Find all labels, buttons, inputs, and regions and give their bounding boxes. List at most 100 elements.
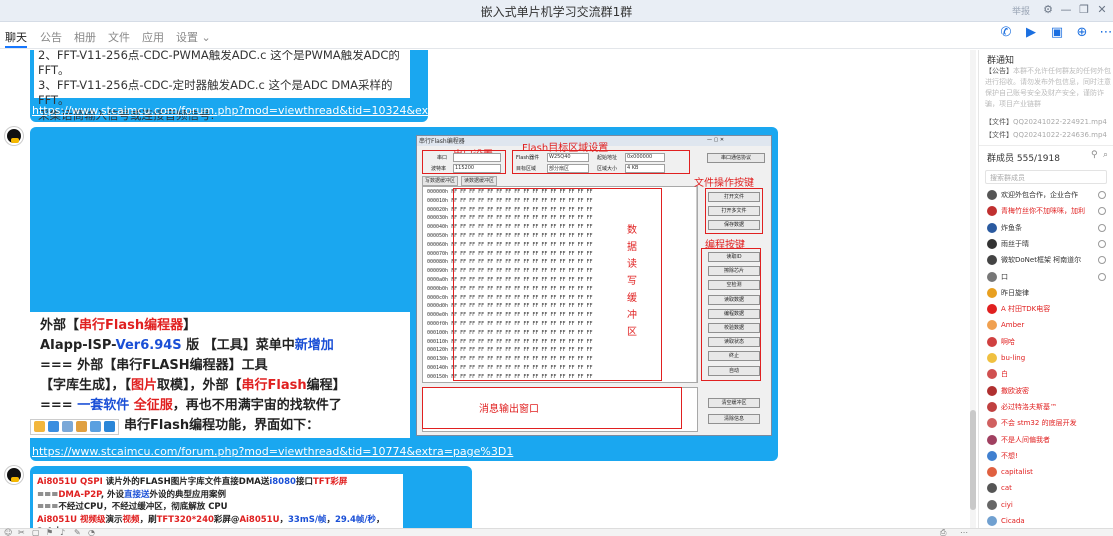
- program-button[interactable]: 擦除芯片: [708, 266, 760, 277]
- message-bubble-1[interactable]: 2、FFT-V11-256点-CDC-PWMA触发ADC.c 这个是PWMA触发…: [30, 50, 513, 122]
- reaction-icon[interactable]: [62, 421, 73, 432]
- program-button[interactable]: 终止: [708, 351, 760, 362]
- member-item[interactable]: 欢迎外包合作，企业合作: [987, 188, 1112, 202]
- member-item[interactable]: A 村田TDK电容: [987, 302, 1112, 316]
- comm-protocol-button[interactable]: 串口通信协议: [707, 153, 765, 163]
- member-item[interactable]: capitalist: [987, 465, 1112, 479]
- open-multi-file-button[interactable]: 打开多文件: [708, 206, 760, 216]
- message-link-1[interactable]: https://www.stcaimcu.com/forum.php?mod=v…: [32, 104, 513, 117]
- settings-icon[interactable]: ⚙: [1040, 2, 1056, 18]
- window-title: 嵌入式单片机学习交流群1群: [480, 5, 633, 19]
- member-item[interactable]: 不是人间偏我者: [987, 433, 1112, 447]
- member-item[interactable]: 青梅竹丝你不加咪咪，加利: [987, 204, 1112, 218]
- member-item[interactable]: cat: [987, 481, 1112, 495]
- member-avatar: [987, 287, 997, 298]
- reaction-bar[interactable]: [30, 419, 119, 435]
- history-icon[interactable]: ⎙: [940, 528, 946, 536]
- member-item[interactable]: 雨丝于晴: [987, 237, 1112, 251]
- flash-programmer-screenshot[interactable]: 串行Flash编程器 — ▢ ✕ 串口设置 串口 波特率 115200 Flas…: [416, 135, 772, 436]
- chat-scrollbar[interactable]: [970, 50, 976, 528]
- scissors-icon[interactable]: ✂: [18, 528, 25, 536]
- music-icon[interactable]: ♪: [60, 528, 65, 536]
- reaction-icon[interactable]: [90, 421, 101, 432]
- more-tools-icon[interactable]: ⋯: [960, 528, 968, 536]
- maximize-icon[interactable]: ❐: [1076, 2, 1092, 18]
- reaction-icon[interactable]: [76, 421, 87, 432]
- member-item[interactable]: 不想!: [987, 449, 1112, 463]
- port-select[interactable]: [453, 153, 501, 162]
- tab-apps[interactable]: 应用: [142, 29, 164, 45]
- clear-buffer-button[interactable]: 清空缓冲区: [708, 398, 760, 408]
- message-bubble-3[interactable]: Ai8051U QSPI 读片外的FLASH图片字库文件直接DMA送i8080接…: [30, 466, 472, 528]
- target-area-label: 目标区域: [516, 166, 537, 172]
- member-search-input[interactable]: 搜索群成员: [985, 170, 1107, 184]
- announcement-text[interactable]: 【公告】本群不允许任何群友的任何外包进行招收。请勿发布外包信息，同时注意保护自己…: [985, 66, 1111, 110]
- tab-write-buffer[interactable]: 写数据缓冲区: [422, 176, 459, 186]
- program-button[interactable]: 编程数据: [708, 308, 760, 319]
- chat-message-area[interactable]: 2、FFT-V11-256点-CDC-PWMA触发ADC.c 这个是PWMA触发…: [0, 50, 972, 528]
- message-link-2[interactable]: https://www.stcaimcu.com/forum.php?mod=v…: [32, 445, 513, 458]
- program-button[interactable]: 自动: [708, 365, 760, 376]
- target-area-select[interactable]: 部分扇区: [547, 164, 589, 173]
- tab-read-buffer[interactable]: 读数据缓冲区: [461, 176, 498, 186]
- clear-info-button[interactable]: 清除信息: [708, 414, 760, 424]
- reaction-icon[interactable]: [34, 421, 45, 432]
- program-button[interactable]: 空检测: [708, 280, 760, 291]
- more-icon[interactable]: ⋯: [1099, 26, 1113, 40]
- save-data-button[interactable]: 保存数据: [708, 220, 760, 230]
- video-icon[interactable]: ▶: [1024, 26, 1038, 40]
- reaction-icon[interactable]: [48, 421, 59, 432]
- phone-icon[interactable]: ✆: [999, 26, 1013, 40]
- member-item[interactable]: ciyi: [987, 498, 1112, 512]
- member-item[interactable]: Cicada: [987, 514, 1112, 528]
- program-button[interactable]: 读取数据: [708, 294, 760, 305]
- flag-icon[interactable]: ⚑: [46, 528, 53, 536]
- member-avatar: [987, 190, 997, 200]
- image-icon[interactable]: ▢: [32, 528, 40, 536]
- member-item[interactable]: 微软DoNet框架 柯南道尔: [987, 253, 1112, 267]
- clock-icon[interactable]: ◔: [88, 528, 95, 536]
- member-item[interactable]: 昨日旋律: [987, 286, 1112, 300]
- avatar[interactable]: [5, 466, 23, 484]
- program-button[interactable]: 读取ID: [708, 252, 760, 262]
- member-search-icon[interactable]: ⌕: [1103, 150, 1108, 160]
- member-add-icon[interactable]: ⚲: [1091, 150, 1098, 160]
- program-button[interactable]: 校验数据: [708, 323, 760, 333]
- member-item[interactable]: 白: [987, 367, 1112, 381]
- area-size-select[interactable]: 4 KB: [625, 164, 665, 173]
- chat-scrollbar-thumb[interactable]: [970, 410, 976, 510]
- member-item[interactable]: 口: [987, 270, 1112, 284]
- member-avatar: [987, 401, 997, 412]
- tab-settings[interactable]: 设置 ⌄: [176, 29, 211, 45]
- close-icon[interactable]: ✕: [1094, 2, 1110, 18]
- program-button[interactable]: 读取状态: [708, 337, 760, 348]
- baud-select[interactable]: 115200: [453, 164, 501, 173]
- minimize-icon[interactable]: —: [1058, 2, 1074, 18]
- emoji-icon[interactable]: ☺: [4, 528, 12, 536]
- tab-announcement[interactable]: 公告: [40, 29, 62, 45]
- tab-chat[interactable]: 聊天: [5, 29, 27, 45]
- tab-album[interactable]: 相册: [74, 29, 96, 45]
- member-item[interactable]: 不会 stm32 的底层开发: [987, 416, 1112, 430]
- screen-share-icon[interactable]: ▣: [1050, 26, 1064, 40]
- tab-files[interactable]: 文件: [108, 29, 130, 45]
- member-avatar: [987, 434, 997, 445]
- member-item[interactable]: Amber: [987, 318, 1112, 332]
- member-item[interactable]: 撒欧波密: [987, 384, 1112, 398]
- file-entry-1[interactable]: 【文件】QQ20241022-224921.mp4: [985, 117, 1107, 127]
- report-link[interactable]: 举报: [1012, 4, 1030, 17]
- open-file-button[interactable]: 打开文件: [708, 192, 760, 202]
- member-item[interactable]: 炸鱼条: [987, 221, 1112, 235]
- member-item[interactable]: 啊哈: [987, 335, 1112, 349]
- flash-device-select[interactable]: W25Q40: [547, 153, 589, 162]
- reaction-icon[interactable]: [104, 421, 115, 432]
- hex-scrollbar[interactable]: [696, 187, 697, 382]
- start-address-field[interactable]: 0x000000: [625, 153, 665, 162]
- member-item[interactable]: 必过特洛夫斯基™: [987, 400, 1112, 414]
- pen-icon[interactable]: ✎: [74, 528, 81, 536]
- member-item[interactable]: bu-ling: [987, 351, 1112, 365]
- message-bubble-2[interactable]: 串行Flash编程器 — ▢ ✕ 串口设置 串口 波特率 115200 Flas…: [30, 127, 778, 461]
- avatar[interactable]: [5, 127, 23, 145]
- add-member-icon[interactable]: ⊕: [1075, 26, 1089, 40]
- file-entry-2[interactable]: 【文件】QQ20241022-224636.mp4: [985, 130, 1107, 140]
